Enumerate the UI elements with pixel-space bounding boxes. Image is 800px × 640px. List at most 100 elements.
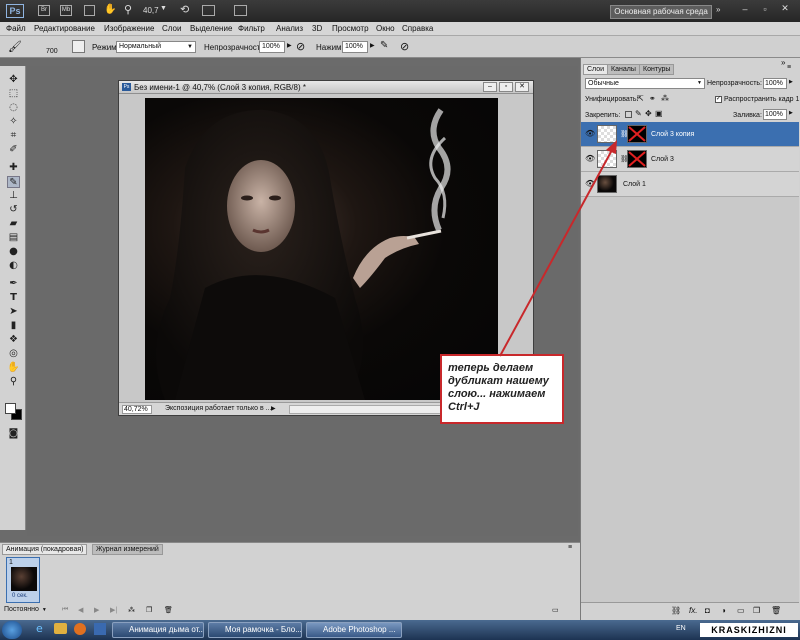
minibridge-icon[interactable]: Mb [60, 5, 72, 16]
type-tool-icon[interactable]: T [7, 292, 20, 304]
3d-rotate-tool-icon[interactable]: ❖ [7, 334, 20, 346]
opacity-slider-arrow-icon[interactable]: ▶ [287, 42, 292, 49]
menu-item-edit[interactable]: Редактирование [34, 24, 95, 33]
explorer2-icon[interactable] [94, 623, 106, 635]
chevron-down-icon[interactable]: ▼ [160, 5, 167, 12]
taskbar-item-opera[interactable]: Анимация дыма от... [112, 622, 204, 638]
tab-layers[interactable]: Слои [583, 64, 609, 75]
panel-menu-icon[interactable]: ≡ [568, 544, 572, 551]
quick-select-tool-icon[interactable]: ✧ [7, 116, 20, 128]
brush-tool-icon[interactable]: ✎ [7, 176, 20, 188]
foreground-color-swatch[interactable] [5, 403, 16, 414]
screen-mode-icon[interactable] [234, 5, 247, 16]
unify-style-icon[interactable]: ⁂ [661, 94, 669, 103]
tab-channels[interactable]: Каналы [607, 64, 640, 75]
pressure-input[interactable]: 100% [342, 41, 368, 53]
lasso-tool-icon[interactable]: ◌ [7, 102, 20, 114]
clone-stamp-tool-icon[interactable]: ⊥ [7, 190, 20, 202]
blur-tool-icon[interactable]: ● [7, 246, 20, 258]
link-layers-icon[interactable]: ⛓ [671, 606, 681, 615]
unify-position-icon[interactable]: ⇱ [637, 94, 644, 103]
eye-icon[interactable]: 👁 [585, 129, 595, 139]
eye-icon[interactable]: 👁 [585, 179, 595, 189]
tab-paths[interactable]: Контуры [639, 64, 675, 75]
menu-item-view[interactable]: Просмотр [332, 24, 369, 33]
next-frame-icon[interactable]: ▶| [110, 606, 117, 614]
lock-pixels-icon[interactable]: ✎ [635, 109, 642, 118]
fill-input[interactable]: 100% [763, 109, 787, 120]
start-button[interactable] [2, 621, 22, 639]
menu-item-window[interactable]: Окно [376, 24, 395, 33]
doc-status-text[interactable]: Экспозиция работает только в ... [165, 405, 272, 412]
close-window-button[interactable]: ✕ [778, 3, 792, 15]
tab-measurement-log[interactable]: Журнал измерений [92, 544, 163, 555]
add-style-button[interactable]: fx. [689, 606, 697, 615]
arrange-documents-icon[interactable] [202, 5, 215, 16]
brush-size-label[interactable]: 700 [46, 48, 58, 55]
tablet-pressure-icon[interactable]: ⊘ [400, 40, 409, 53]
maximize-window-button[interactable]: ▫ [758, 4, 772, 15]
language-indicator[interactable]: EN [676, 625, 686, 632]
menu-item-layers[interactable]: Слои [162, 24, 181, 33]
propagate-checkbox[interactable]: ✓ [715, 96, 722, 103]
panel-menu-icon[interactable]: ≡ [787, 64, 791, 71]
path-select-tool-icon[interactable]: ➤ [7, 306, 20, 318]
quick-mask-icon[interactable]: ◙ [7, 428, 20, 440]
blend-mode-select[interactable]: Обычные ▼ [585, 78, 705, 89]
shape-tool-icon[interactable]: ▮ [7, 320, 20, 332]
menu-item-analysis[interactable]: Анализ [276, 24, 303, 33]
media-player-icon[interactable] [74, 623, 86, 635]
dodge-tool-icon[interactable]: ◐ [7, 260, 20, 272]
status-menu-arrow-icon[interactable]: ▶ [271, 405, 276, 412]
airbrush-icon[interactable]: ✎ [380, 40, 388, 51]
view-extras-icon[interactable] [84, 5, 95, 16]
lock-all-icon[interactable]: ▣ [655, 109, 663, 118]
doc-maximize-button[interactable]: ▫ [499, 82, 513, 92]
animation-frame[interactable]: 1 0 сек. [6, 557, 40, 603]
new-group-icon[interactable]: ▭ [737, 606, 745, 615]
taskbar-item-browser[interactable]: Моя рамочка - Бло... [208, 622, 302, 638]
menu-item-select[interactable]: Выделение [190, 24, 232, 33]
bridge-icon[interactable]: Br [38, 5, 50, 16]
lock-transparency-icon[interactable] [625, 111, 632, 118]
workspace-switcher-button[interactable]: Основная рабочая среда [610, 5, 712, 19]
brush-preset-icon[interactable]: 🖌 [8, 40, 22, 53]
brush-panel-icon[interactable] [72, 40, 85, 53]
delete-frame-icon[interactable]: 🗑 [164, 606, 173, 614]
doc-zoom-field[interactable]: 40,72% [122, 405, 152, 414]
eraser-tool-icon[interactable]: ▰ [7, 218, 20, 230]
previous-frame-icon[interactable]: ◀ [78, 606, 83, 614]
zoom-tool-icon[interactable]: ⚲ [124, 3, 132, 16]
fill-arrow-icon[interactable]: ▶ [789, 110, 793, 116]
menu-item-image[interactable]: Изображение [104, 24, 154, 33]
rotate-view-icon[interactable]: ⟲ [180, 3, 189, 16]
layer-row[interactable]: 👁 Слой 1 [581, 172, 799, 197]
first-frame-icon[interactable]: ⏮ [62, 606, 68, 614]
duplicate-frame-icon[interactable]: ❐ [146, 606, 152, 614]
crop-tool-icon[interactable]: ⌗ [7, 130, 20, 142]
menu-item-file[interactable]: Файл [6, 24, 26, 33]
document-titlebar[interactable]: Ps Без имени-1 @ 40,7% (Слой 3 копия, RG… [119, 81, 533, 94]
menu-item-filter[interactable]: Фильтр [238, 24, 265, 33]
history-brush-tool-icon[interactable]: ↺ [7, 204, 20, 216]
trash-icon[interactable]: 🗑 [771, 606, 781, 615]
gradient-tool-icon[interactable]: ▤ [7, 232, 20, 244]
play-icon[interactable]: ▶ [94, 606, 99, 614]
loop-select[interactable]: Постоянно ▼ [4, 605, 54, 616]
minimize-window-button[interactable]: – [738, 4, 752, 15]
menu-item-help[interactable]: Справка [402, 24, 433, 33]
tween-icon[interactable]: ⁂ [128, 606, 135, 614]
zoom-level[interactable]: 40,7 [143, 6, 159, 15]
layer-row[interactable]: 👁 ⛓ Слой 3 [581, 147, 799, 172]
healing-brush-tool-icon[interactable]: ✚ [7, 162, 20, 174]
explorer-icon[interactable] [54, 623, 67, 634]
taskbar-item-photoshop[interactable]: Adobe Photoshop ... [306, 622, 402, 638]
adjustment-layer-icon[interactable]: ◑ [721, 606, 726, 615]
new-layer-icon[interactable]: ❐ [753, 606, 760, 615]
eye-icon[interactable]: 👁 [585, 154, 595, 164]
timeline-convert-icon[interactable]: ▭ [552, 606, 559, 614]
doc-close-button[interactable]: ✕ [515, 82, 529, 92]
doc-minimize-button[interactable]: – [483, 82, 497, 92]
tablet-opacity-icon[interactable]: ⊘ [296, 40, 305, 53]
hand-tool-icon[interactable]: ✋ [7, 362, 20, 374]
